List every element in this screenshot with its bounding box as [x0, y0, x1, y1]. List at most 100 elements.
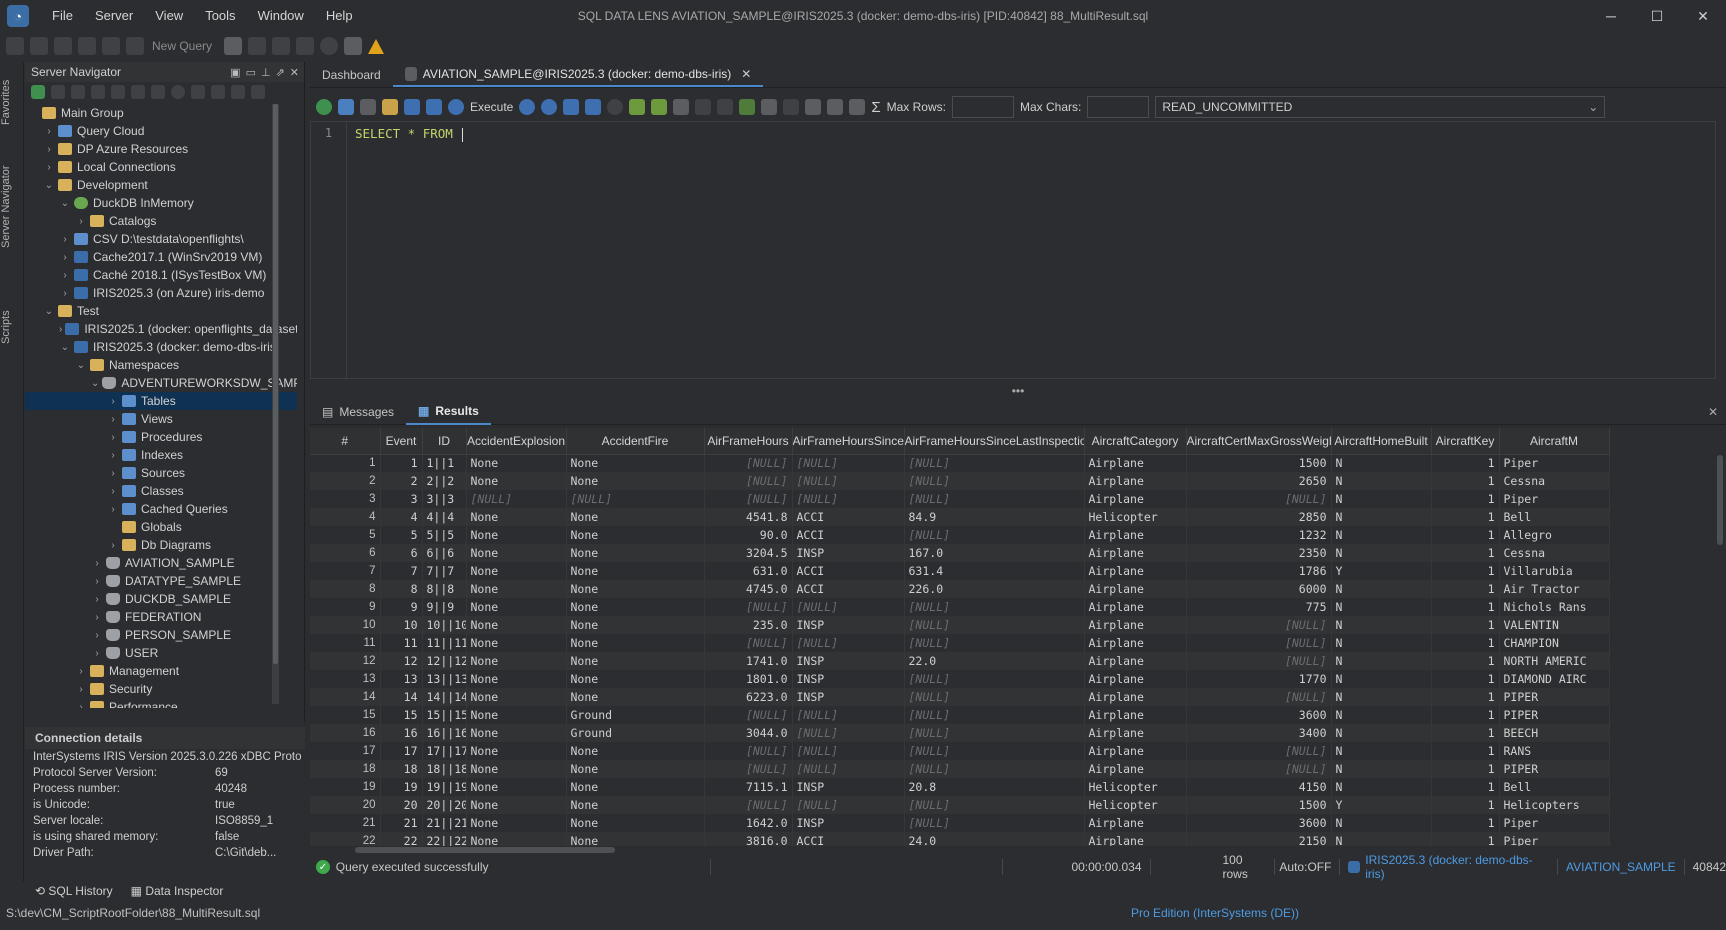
table-cell[interactable]: Piper — [1499, 832, 1610, 846]
add-grid-icon[interactable] — [585, 99, 602, 115]
table-cell[interactable]: 1 — [1431, 724, 1500, 742]
table-cell[interactable]: [NULL] — [1186, 490, 1332, 508]
chevron-down-icon[interactable]: ⌄ — [43, 306, 55, 317]
table-cell[interactable]: 1 — [1431, 454, 1500, 472]
table-cell[interactable]: INSP — [792, 814, 905, 832]
table-cell[interactable]: 11 — [380, 634, 423, 652]
table-cell[interactable]: [NULL] — [904, 688, 1085, 706]
tree-node[interactable]: › DATATYPE_SAMPLE — [25, 572, 297, 590]
tree-node[interactable]: › Cached Queries — [25, 500, 297, 518]
column-header[interactable]: Event — [380, 428, 423, 455]
tree-node[interactable]: › Query Cloud — [25, 122, 297, 140]
refresh-icon[interactable] — [31, 85, 45, 99]
close-panel-icon[interactable]: ✕ — [290, 66, 299, 79]
table-row[interactable]: 21 21 21||21 None None 1642.0 INSP [NULL] Airpla… — [310, 814, 1610, 832]
refresh-connection-icon[interactable] — [78, 37, 96, 55]
pin-icon[interactable]: ⊥ — [261, 66, 271, 79]
table-row[interactable]: 4 4 4||4 None None 4541.8 ACCI 84.9 Helicopter 28… — [310, 508, 1610, 526]
table-cell[interactable]: Bell — [1499, 778, 1610, 796]
table-cell[interactable]: 7 — [310, 562, 381, 580]
table-cell[interactable]: [NULL] — [904, 724, 1085, 742]
table-cell[interactable]: 24.0 — [904, 832, 1085, 846]
table-cell[interactable]: 226.0 — [904, 580, 1085, 598]
tree-node[interactable]: › Caché 2018.1 (ISysTestBox VM) — [25, 266, 297, 284]
tree-node[interactable]: › IRIS2025.1 (docker: openflights_dataset… — [25, 320, 297, 338]
results-grid-icon[interactable] — [563, 99, 580, 115]
table-cell[interactable]: 22 — [310, 832, 381, 846]
new-query-button[interactable]: New Query — [152, 39, 212, 53]
table-cell[interactable]: ACCI — [792, 580, 905, 598]
tree-node[interactable]: ⌄ IRIS2025.3 (docker: demo-dbs-iris) — [25, 338, 297, 356]
format-icon[interactable] — [629, 99, 646, 115]
table-cell[interactable]: 11 — [310, 634, 381, 652]
commit-icon[interactable] — [316, 99, 332, 115]
table-cell[interactable]: Airplane — [1084, 670, 1187, 688]
table-cell[interactable]: [NULL] — [904, 526, 1085, 544]
table-cell[interactable]: Piper — [1499, 490, 1610, 508]
table-cell[interactable]: N — [1331, 526, 1432, 544]
menu-view[interactable]: View — [144, 0, 194, 32]
table-cell[interactable]: 1642.0 — [704, 814, 793, 832]
chevron-right-icon[interactable]: › — [91, 576, 103, 587]
table-cell[interactable]: 20 — [310, 796, 381, 814]
table-cell[interactable]: [NULL] — [704, 454, 793, 472]
sort-desc-icon[interactable] — [251, 85, 265, 99]
table-cell[interactable]: None — [466, 526, 567, 544]
execute-icon[interactable] — [448, 99, 464, 115]
table-cell[interactable]: Airplane — [1084, 814, 1187, 832]
column-header[interactable]: AircraftCertMaxGrossWeight — [1186, 428, 1332, 455]
chevron-down-icon[interactable]: ⌄ — [59, 198, 71, 209]
table-cell[interactable]: [NULL] — [904, 760, 1085, 778]
save-as-icon[interactable] — [426, 99, 442, 115]
table-cell[interactable]: [NULL] — [792, 454, 905, 472]
table-cell[interactable]: [NULL] — [792, 490, 905, 508]
table-cell[interactable]: 2350 — [1186, 544, 1332, 562]
table-cell[interactable]: 20.8 — [904, 778, 1085, 796]
edition-link[interactable]: Pro Edition (InterSystems (DE)) — [1131, 906, 1299, 920]
table-cell[interactable]: Helicopter — [1084, 796, 1187, 814]
table-cell[interactable]: Helicopter — [1084, 778, 1187, 796]
table-cell[interactable]: Airplane — [1084, 634, 1187, 652]
chevron-right-icon[interactable]: › — [43, 162, 55, 173]
menu-server[interactable]: Server — [84, 0, 144, 32]
data-inspector-tab[interactable]: ▦ Data Inspector — [131, 884, 224, 898]
chevron-right-icon[interactable]: › — [75, 216, 87, 227]
open-file-icon[interactable] — [224, 37, 243, 55]
stop-icon[interactable] — [171, 85, 185, 99]
table-cell[interactable]: 2 — [310, 472, 381, 490]
tree-node[interactable]: › CSV D:\testdata\openflights\ — [25, 230, 297, 248]
table-cell[interactable]: 9||9 — [422, 598, 467, 616]
table-cell[interactable]: N — [1331, 670, 1432, 688]
tree-node[interactable]: ⌄ Namespaces — [25, 356, 297, 374]
chevron-right-icon[interactable]: › — [75, 666, 87, 677]
table-cell[interactable]: None — [466, 544, 567, 562]
server-link[interactable]: IRIS2025.3 (docker: demo-dbs-iris) — [1365, 853, 1549, 881]
tree-node[interactable]: › Classes — [25, 482, 297, 500]
table-cell[interactable]: INSP — [792, 652, 905, 670]
table-cell[interactable]: [NULL] — [1186, 760, 1332, 778]
chevron-right-icon[interactable]: › — [75, 684, 87, 695]
tree-node[interactable]: › Management — [25, 662, 297, 680]
pivot-icon[interactable] — [805, 99, 822, 115]
export-icon[interactable] — [272, 37, 291, 55]
table-cell[interactable]: 9 — [380, 598, 423, 616]
table-row[interactable]: 10 10 10||10 None None 235.0 INSP [NULL] Airplan… — [310, 616, 1610, 634]
table-cell[interactable]: 5 — [380, 526, 423, 544]
tree-node[interactable]: Main Group — [25, 104, 297, 122]
table-cell[interactable]: 1770 — [1186, 670, 1332, 688]
tree-node[interactable]: › USER — [25, 644, 297, 662]
minimize-button[interactable]: ─ — [1588, 0, 1634, 32]
table-cell[interactable]: [NULL] — [904, 616, 1085, 634]
table-cell[interactable]: 3 — [310, 490, 381, 508]
table-cell[interactable]: Cessna — [1499, 544, 1610, 562]
table-cell[interactable]: None — [466, 472, 567, 490]
table-cell[interactable]: Villarubia — [1499, 562, 1610, 580]
tree-node[interactable]: › Catalogs — [25, 212, 297, 230]
isolation-level-select[interactable]: READ_UNCOMMITTED ⌄ — [1155, 96, 1606, 118]
table-cell[interactable]: 8 — [380, 580, 423, 598]
chevron-down-icon[interactable]: ⌄ — [43, 180, 55, 191]
table-cell[interactable]: 22 — [380, 832, 423, 846]
table-cell[interactable]: Airplane — [1084, 616, 1187, 634]
table-cell[interactable]: None — [466, 832, 567, 846]
table-cell[interactable]: Helicopters — [1499, 796, 1610, 814]
